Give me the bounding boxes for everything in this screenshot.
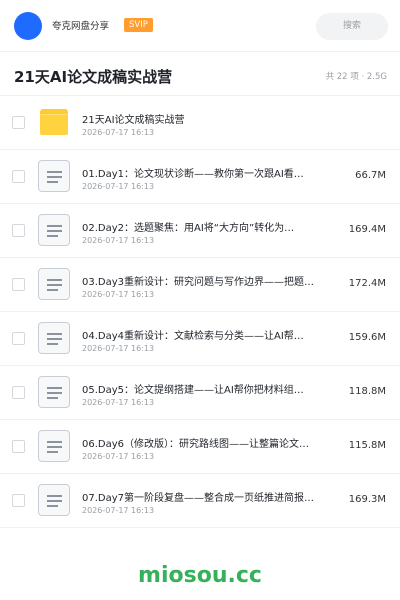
item-name[interactable]: 04.Day4重新设计：文献检索与分类——让AI帮…	[82, 327, 322, 342]
item-checkbox[interactable]	[12, 332, 25, 345]
search-button[interactable]: 搜索	[316, 13, 388, 40]
document-icon	[38, 484, 70, 516]
item-date: 2026-07-17 16:13	[82, 128, 155, 137]
list-item[interactable]: 03.Day3重新设计：研究问题与写作边界——把题… 2026-07-17 16…	[0, 258, 400, 312]
item-checkbox[interactable]	[12, 116, 25, 129]
document-icon	[38, 322, 70, 354]
file-list: 21天AI论文成稿实战营 2026-07-17 16:13 01.Day1：论文…	[0, 96, 400, 528]
item-size: 169.3M	[348, 494, 386, 505]
document-icon	[38, 214, 70, 246]
item-size: 159.6M	[348, 332, 386, 343]
item-name[interactable]: 02.Day2：选题聚焦：用AI将“大方向”转化为…	[82, 219, 322, 234]
item-checkbox[interactable]	[12, 494, 25, 507]
item-date: 2026-07-17 16:13	[82, 236, 155, 245]
list-item[interactable]: 02.Day2：选题聚焦：用AI将“大方向”转化为… 2026-07-17 16…	[0, 204, 400, 258]
avatar[interactable]	[14, 12, 42, 40]
document-icon	[38, 376, 70, 408]
share-header: 夸克网盘分享 SVIP 搜索	[0, 0, 400, 52]
item-name[interactable]: 01.Day1：论文现状诊断——教你第一次跟AI看…	[82, 165, 322, 180]
folder-meta: 共 22 项 · 2.5G	[325, 72, 387, 82]
list-item[interactable]: 06.Day6（修改版）：研究路线图——让整篇论文… 2026-07-17 16…	[0, 420, 400, 474]
list-item[interactable]: 01.Day1：论文现状诊断——教你第一次跟AI看… 2026-07-17 16…	[0, 150, 400, 204]
item-size: 66.7M	[355, 170, 386, 181]
list-item[interactable]: 05.Day5：论文提纲搭建——让AI帮你把材料组… 2026-07-17 16…	[0, 366, 400, 420]
document-icon	[38, 268, 70, 300]
list-item[interactable]: 07.Day7第一阶段复盘——整合成一页纸推进简报… 2026-07-17 16…	[0, 474, 400, 528]
item-date: 2026-07-17 16:13	[82, 452, 155, 461]
item-size: 172.4M	[348, 278, 386, 289]
svip-badge: SVIP	[124, 18, 153, 32]
item-date: 2026-07-17 16:13	[82, 398, 155, 407]
item-name[interactable]: 21天AI论文成稿实战营	[82, 111, 322, 126]
share-name: 夸克网盘分享	[52, 21, 110, 32]
item-name[interactable]: 06.Day6（修改版）：研究路线图——让整篇论文…	[82, 435, 322, 450]
item-date: 2026-07-17 16:13	[82, 290, 155, 299]
item-name[interactable]: 03.Day3重新设计：研究问题与写作边界——把题…	[82, 273, 322, 288]
item-size: 169.4M	[348, 224, 386, 235]
document-icon	[38, 160, 70, 192]
item-checkbox[interactable]	[12, 224, 25, 237]
folder-icon	[38, 106, 70, 138]
item-checkbox[interactable]	[12, 170, 25, 183]
item-checkbox[interactable]	[12, 440, 25, 453]
item-size: 118.8M	[348, 386, 386, 397]
item-name[interactable]: 07.Day7第一阶段复盘——整合成一页纸推进简报…	[82, 489, 322, 504]
item-date: 2026-07-17 16:13	[82, 182, 155, 191]
folder-title-row: 21天AI论文成稿实战营 共 22 项 · 2.5G	[0, 52, 400, 96]
item-name[interactable]: 05.Day5：论文提纲搭建——让AI帮你把材料组…	[82, 381, 322, 396]
list-item[interactable]: 04.Day4重新设计：文献检索与分类——让AI帮… 2026-07-17 16…	[0, 312, 400, 366]
item-date: 2026-07-17 16:13	[82, 506, 155, 515]
list-item[interactable]: 21天AI论文成稿实战营 2026-07-17 16:13	[0, 96, 400, 150]
document-icon	[38, 430, 70, 462]
page-title: 21天AI论文成稿实战营	[14, 68, 173, 86]
item-size: 115.8M	[348, 440, 386, 451]
item-date: 2026-07-17 16:13	[82, 344, 155, 353]
item-checkbox[interactable]	[12, 278, 25, 291]
item-checkbox[interactable]	[12, 386, 25, 399]
watermark: miosou.cc	[138, 563, 262, 588]
